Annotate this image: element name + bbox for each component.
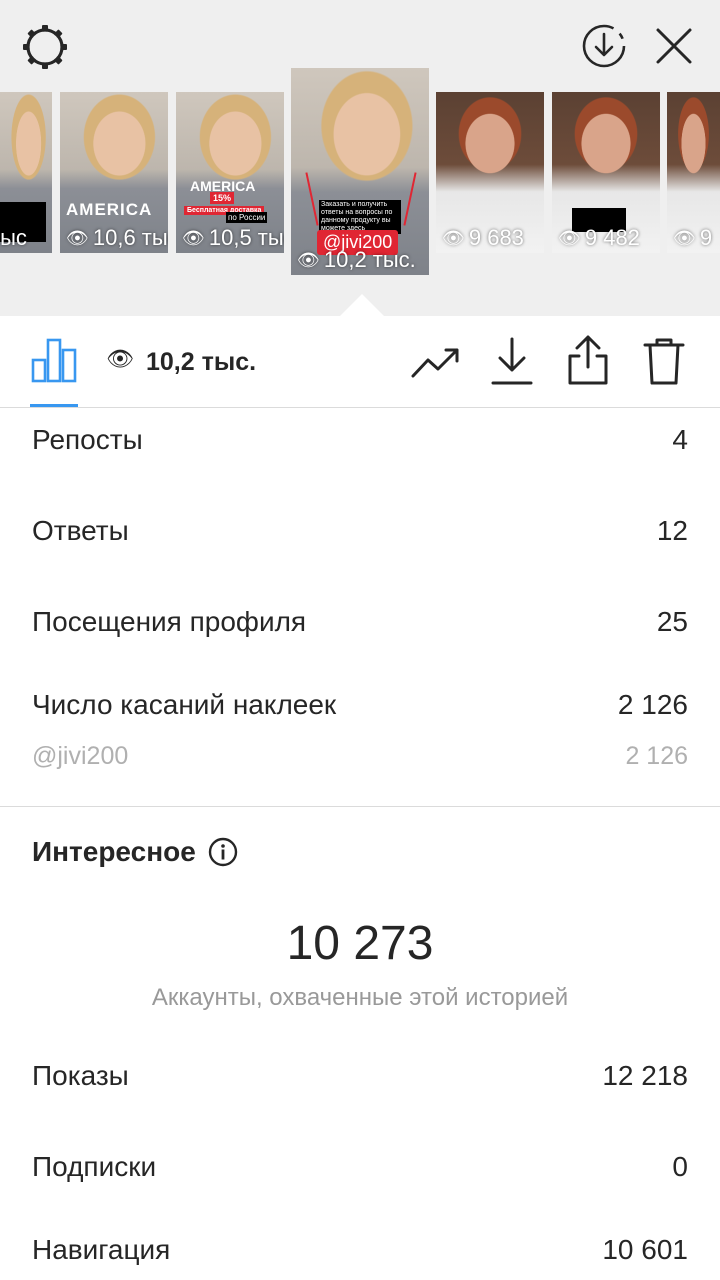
metric-label: Посещения профиля bbox=[32, 606, 307, 637]
metric-row-replies: Ответы 12 bbox=[32, 515, 688, 547]
metric-label: Навигация bbox=[32, 1234, 171, 1265]
sticker-detail-label: @jivi200 bbox=[32, 742, 129, 770]
reach-label: Аккаунты, охваченные этой историей bbox=[151, 984, 569, 1011]
story-sticker: Заказать и получить ответы на вопросы по… bbox=[319, 200, 401, 234]
story-views: 👁 9 683 bbox=[442, 225, 524, 250]
story-views: 👁 9 482 bbox=[558, 225, 640, 250]
metric-row-reposts: Репосты 4 bbox=[32, 424, 688, 456]
eye-icon: 👁 bbox=[673, 227, 696, 248]
eye-icon: 👁 bbox=[66, 227, 89, 248]
download-circle-icon[interactable] bbox=[580, 22, 628, 70]
shirt-print: AMERICA bbox=[66, 200, 153, 219]
eye-icon: 👁 bbox=[558, 227, 581, 248]
russia-tag: по России bbox=[226, 212, 268, 223]
story-thumbnail[interactable]: 👁 9 482 bbox=[552, 92, 660, 253]
metric-value: 10 601 bbox=[602, 1234, 688, 1265]
metric-row-profile-visits: Посещения профиля 25 bbox=[32, 606, 688, 638]
metric-label: Число касаний наклеек bbox=[32, 689, 337, 720]
gear-icon[interactable] bbox=[20, 22, 70, 72]
metric-value: 4 bbox=[672, 424, 688, 455]
story-thumbnail[interactable]: тыс bbox=[0, 92, 52, 253]
metric-label: Показы bbox=[32, 1060, 129, 1091]
info-icon[interactable] bbox=[208, 837, 238, 867]
sticker-detail-row: @jivi200 2 126 bbox=[32, 742, 688, 771]
metric-row-follows: Подписки 0 bbox=[32, 1151, 688, 1183]
trash-icon[interactable] bbox=[642, 336, 686, 386]
metric-value: 12 bbox=[656, 515, 688, 546]
eye-icon: 👁 bbox=[297, 249, 320, 270]
reach-value: 10 273 bbox=[286, 917, 434, 970]
selected-story-pointer bbox=[340, 294, 384, 316]
metric-row-sticker-taps: Число касаний наклеек 2 126 bbox=[32, 689, 688, 721]
eye-icon: 👁 bbox=[182, 227, 205, 248]
bar-chart-icon[interactable] bbox=[30, 336, 78, 384]
active-tab-indicator bbox=[30, 404, 78, 407]
metric-row-impressions: Показы 12 218 bbox=[32, 1060, 688, 1092]
insights-toolbar: 👁 10,2 тыс. bbox=[0, 316, 720, 408]
story-views: тыс bbox=[0, 225, 27, 250]
eye-icon: 👁 bbox=[442, 227, 465, 248]
sticker-detail-value: 2 126 bbox=[625, 742, 688, 770]
top-bar: тыс AMERICA 👁10,6 тыс AMERICA 15% Беспла… bbox=[0, 0, 720, 316]
metric-label: Подписки bbox=[32, 1151, 157, 1182]
metric-value: 0 bbox=[672, 1151, 688, 1182]
discovery-section-title: Интересное bbox=[32, 836, 238, 868]
trend-icon[interactable] bbox=[410, 342, 462, 382]
story-thumbnail[interactable]: 👁 9 683 bbox=[436, 92, 544, 253]
metric-label: Репосты bbox=[32, 424, 143, 455]
percent-tag: 15% bbox=[210, 192, 235, 204]
story-thumbnail[interactable]: AMERICA 👁10,6 тыс bbox=[60, 92, 168, 253]
story-views: 👁10,5 тыс bbox=[182, 225, 284, 250]
story-thumbnail[interactable]: AMERICA 15% Бесплатная доставка по Росси… bbox=[176, 92, 284, 253]
story-thumbnail[interactable]: 👁 9 bbox=[667, 92, 720, 253]
views-count: 10,2 тыс. bbox=[146, 348, 257, 376]
story-views: 👁 9 bbox=[673, 225, 713, 250]
section-divider bbox=[0, 806, 720, 807]
metric-row-navigation: Навигация 10 601 bbox=[32, 1234, 688, 1266]
metric-label: Ответы bbox=[32, 515, 129, 546]
metric-value: 12 218 bbox=[602, 1060, 688, 1091]
share-icon[interactable] bbox=[566, 334, 610, 386]
discovery-title: Интересное bbox=[32, 836, 196, 867]
metric-value: 25 bbox=[656, 606, 688, 637]
story-views: 👁 10,2 тыс. bbox=[297, 247, 416, 272]
eye-icon: 👁 bbox=[106, 346, 134, 371]
metric-value: 2 126 bbox=[617, 689, 688, 720]
story-thumbnail-selected[interactable]: Заказать и получить ответы на вопросы по… bbox=[291, 68, 429, 275]
download-icon[interactable] bbox=[490, 336, 534, 386]
close-icon[interactable] bbox=[652, 24, 696, 68]
story-views: 👁10,6 тыс bbox=[66, 225, 168, 250]
